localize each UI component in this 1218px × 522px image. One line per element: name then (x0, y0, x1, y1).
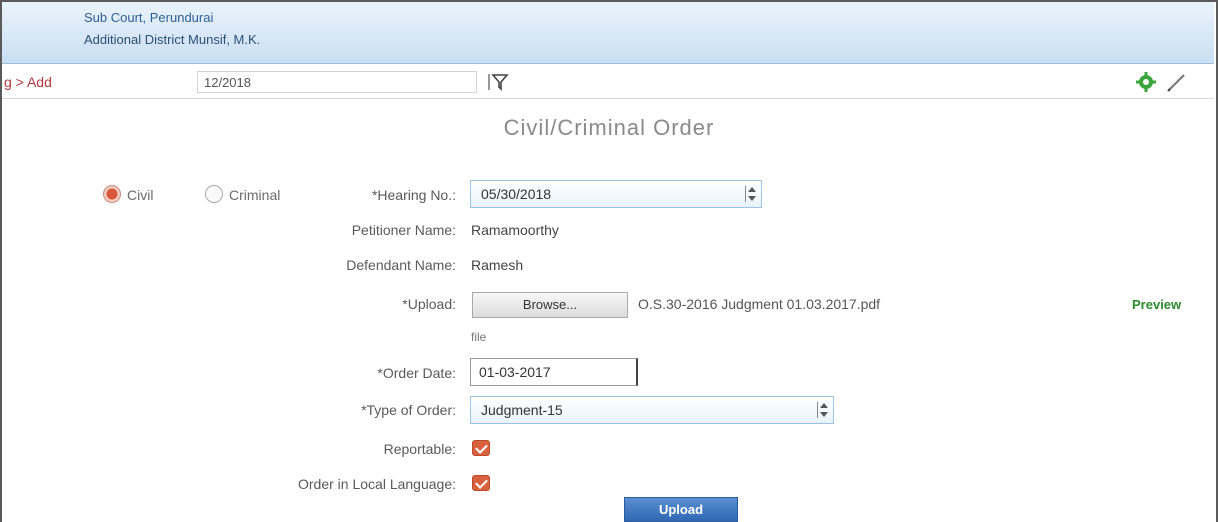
court-subtitle: Additional District Munsif, M.K. (84, 32, 261, 47)
upload-label: *Upload: (402, 296, 456, 312)
hearing-label: *Hearing No.: (371, 187, 456, 203)
case-number-field[interactable] (197, 71, 477, 93)
filter-icon[interactable] (488, 72, 510, 92)
page-title: Civil/Criminal Order (503, 115, 715, 140)
reportable-checkbox[interactable] (472, 440, 490, 456)
order-date-field[interactable]: 01-03-2017 (470, 358, 638, 386)
defendant-value: Ramesh (471, 257, 524, 273)
order-type-label: *Type of Order: (361, 402, 456, 418)
order-date-value: 01-03-2017 (479, 364, 551, 380)
file-name: O.S.30-2016 Judgment 01.03.2017.pdf (638, 296, 881, 312)
court-name: Sub Court, Perundurai (84, 10, 214, 25)
browse-button[interactable]: Browse... (472, 292, 628, 318)
defendant-label: Defendant Name: (346, 257, 456, 273)
chevron-updown-icon (745, 186, 756, 202)
app-header: Sub Court, Perundurai Additional Distric… (2, 2, 1214, 64)
reportable-label: Reportable: (383, 441, 456, 457)
order-type-value: Judgment-15 (481, 402, 563, 418)
preview-link[interactable]: Preview (1132, 297, 1181, 312)
order-type-select[interactable]: Judgment-15 (470, 396, 834, 424)
local-language-label: Order in Local Language: (298, 476, 456, 492)
petitioner-label: Petitioner Name: (351, 222, 456, 238)
hearing-value: 05/30/2018 (481, 186, 552, 202)
pencil-icon[interactable] (1165, 71, 1187, 93)
local-language-checkbox[interactable] (472, 475, 490, 491)
file-suffix: file (471, 330, 487, 344)
toolbar: g > Add (2, 65, 1214, 99)
breadcrumb[interactable]: g > Add (4, 74, 52, 90)
chevron-updown-icon (817, 402, 828, 418)
hearing-select[interactable]: 05/30/2018 (470, 180, 762, 208)
upload-button[interactable]: Upload (624, 497, 738, 522)
gear-icon[interactable] (1135, 71, 1157, 93)
petitioner-value: Ramamoorthy (471, 222, 559, 238)
order-date-label: *Order Date: (377, 365, 456, 381)
